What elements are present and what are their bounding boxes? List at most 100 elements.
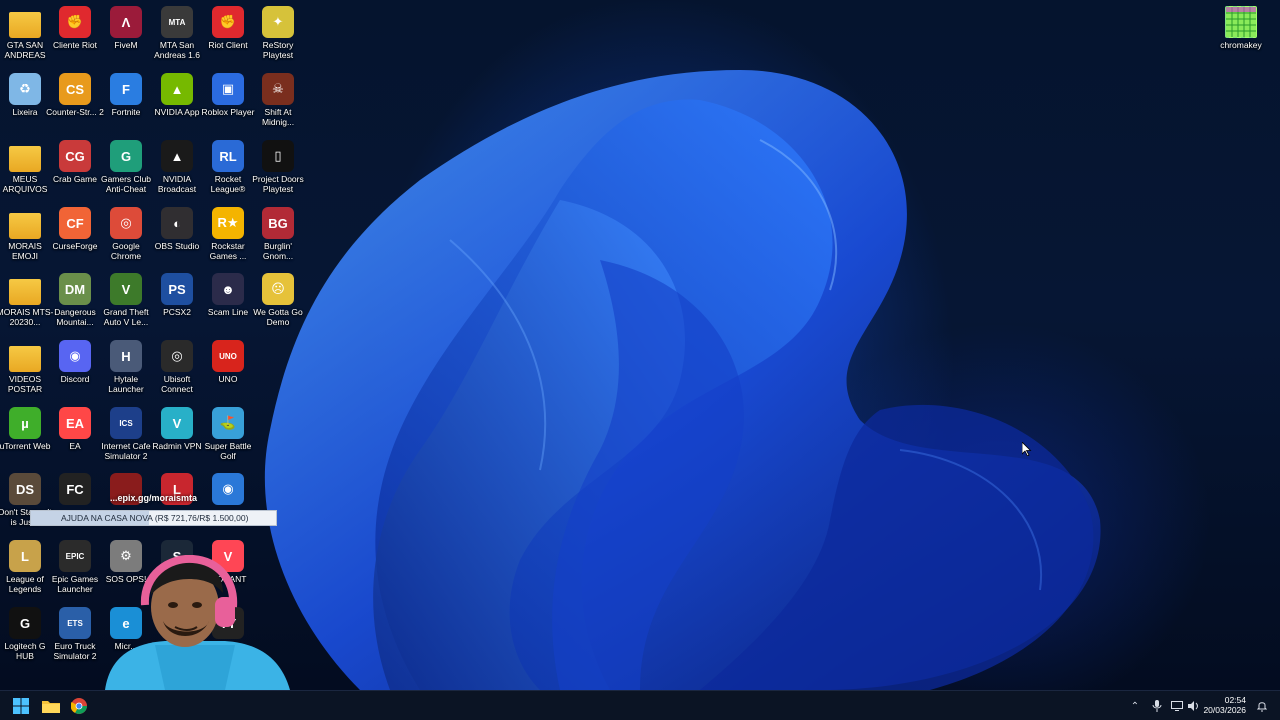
desktop-icon[interactable]: ▲ NVIDIA App [152,73,202,117]
desktop-icon[interactable]: UNO UNO [203,340,253,384]
desktop-icon[interactable]: GTA SAN ANDREAS [0,6,50,60]
nvidia-broadcast-icon: ▲ [161,140,193,172]
desktop-icon-label: We Gotta Go Demo [253,307,303,327]
desktop-icon-label: NVIDIA Broadcast [157,174,197,194]
logitech-ghub-icon: G [9,607,41,639]
desktop-icon[interactable]: PS PCSX2 [152,273,202,317]
rocket-league-icon: RL [212,140,244,172]
desktop[interactable]: GTA SAN ANDREAS ♻ Lixeira MEUS ARQUIVOS MORA… [0,0,1280,690]
desktop-icon[interactable]: ▲ NVIDIA Broadcast [152,140,202,194]
fivem-icon: Λ [110,6,142,38]
desktop-icon[interactable]: ◉ [203,473,253,507]
desktop-icon[interactable]: V Radmin VPN [152,407,202,451]
dangerous-mountain-icon: DM [59,273,91,305]
discord-icon: ◉ [59,340,91,372]
desktop-icon-label: chromakey [1220,40,1262,50]
clock-date: 20/03/2026 [1203,705,1246,715]
folder-icon [9,279,41,305]
desktop-icon[interactable]: EA EA [50,407,100,451]
folder-icon [9,12,41,38]
desktop-icon[interactable]: MORAIS MTS-20230... [0,273,53,327]
desktop-icon[interactable]: MTA MTA San Andreas 1.6 [152,6,202,60]
desktop-icon[interactable]: V Grand Theft Auto V Le... [101,273,151,327]
desktop-icon[interactable]: R★ Rockstar Games ... [203,207,253,261]
desktop-icon[interactable]: ◉ Discord [50,340,100,384]
desktop-icon-label: OBS Studio [154,241,200,251]
desktop-icon-label: Dangerous Mountai... [54,307,96,327]
curseforge-icon: CF [59,207,91,239]
taskbar-file-explorer-button[interactable] [40,695,62,717]
taskbar-clock[interactable]: 02:54 20/03/2026 [1203,695,1246,715]
desktop-icon[interactable]: ◐ OBS Studio [152,207,202,251]
desktop-icon[interactable]: ☹ We Gotta Go Demo [253,273,303,327]
desktop-icon-label: CurseForge [52,241,98,251]
desktop-icon-label: Radmin VPN [152,441,202,451]
network-icon[interactable] [1170,699,1184,713]
microphone-icon[interactable] [1150,699,1164,713]
ea-icon: EA [59,407,91,439]
desktop-icon[interactable]: BG Burglin' Gnom... [253,207,303,261]
league-of-legends-icon: L [9,540,41,572]
start-button[interactable] [10,695,32,717]
desktop-icon[interactable]: ✊ Riot Client [203,6,253,50]
riot-client-icon: ✊ [59,6,91,38]
desktop-icon-label: Fortnite [111,107,141,117]
rockstar-icon: R★ [212,207,244,239]
desktop-icon[interactable]: ⛳ Super Battle Golf [203,407,253,461]
desktop-icon[interactable]: ☠ Shift At Midnig... [253,73,303,127]
desktop-icon-label: EA [69,441,81,451]
uno-icon: UNO [212,340,244,372]
desktop-icon[interactable]: ◎ Google Chrome [101,207,151,261]
desktop-icon[interactable]: ✊ Cliente Riot [50,6,100,50]
desktop-icon[interactable]: F Fortnite [101,73,151,117]
mta-icon: MTA [161,6,193,38]
desktop-icon[interactable]: µ uTorrent Web [0,407,50,451]
desktop-icon[interactable]: FC [50,473,100,507]
internet-cafe-icon: ICS [110,407,142,439]
desktop-icon[interactable]: DM Dangerous Mountai... [50,273,100,327]
show-hidden-icons-chevron-up-icon[interactable]: ⌃ [1128,699,1142,713]
desktop-icon[interactable]: G Gamers Club Anti-Cheat [101,140,151,194]
desktop-icon[interactable]: CS Counter-Str... 2 [46,73,104,117]
gamers-club-icon: G [110,140,142,172]
desktop-icon-label: FiveM [114,40,138,50]
desktop-icon[interactable]: Λ FiveM [101,6,151,50]
hytale-icon: H [110,340,142,372]
notifications-bell-icon[interactable] [1255,699,1269,713]
desktop-icon[interactable]: L League of Legends [0,540,50,594]
desktop-icon[interactable]: CF CurseForge [50,207,100,251]
desktop-icon[interactable]: CG Crab Game [50,140,100,184]
volume-icon[interactable] [1187,699,1201,713]
donation-goal-text: AJUDA NA CASA NOVA (R$ 721,76/R$ 1.500,0… [61,513,249,523]
desktop-icon[interactable]: ICS Internet Cafe Simulator 2 [101,407,151,461]
desktop-icon[interactable]: ◎ Ubisoft Connect [152,340,202,394]
desktop-icon[interactable]: ▣ Roblox Player [202,73,254,117]
desktop-icon-label: Gamers Club Anti-Cheat [100,174,152,194]
taskbar-chrome-button[interactable] [68,695,90,717]
desktop-icon[interactable]: VIDEOS POSTAR [0,340,50,394]
desktop-icon-label: Grand Theft Auto V Le... [103,307,149,327]
desktop-icon[interactable]: ▯ Project Doors Playtest [252,140,304,194]
riot-client-icon: ✊ [212,6,244,38]
scam-line-icon: ☻ [212,273,244,305]
clock-time: 02:54 [1224,695,1246,705]
desktop-icon[interactable]: RL Rocket League® [203,140,253,194]
desktop-icon-chromakey[interactable]: chromakey [1215,6,1267,50]
streamer-webcam-overlay [85,555,300,690]
desktop-icon-label: Burglin' Gnom... [262,241,294,261]
nvidia-app-icon: ▲ [161,73,193,105]
desktop-icon-label: ReStory Playtest [262,40,294,60]
desktop-icon[interactable]: MORAIS EMOJI [0,207,50,261]
desktop-icon[interactable]: MEUS ARQUIVOS [0,140,50,194]
taskbar: ⌃ 02:54 20/03/2026 [0,690,1280,720]
desktop-icon[interactable]: ☻ Scam Line [203,273,253,317]
ubisoft-icon: ◎ [161,340,193,372]
desktop-icon[interactable]: ✦ ReStory Playtest [253,6,303,60]
desktop-icon-label: Hytale Launcher [108,374,144,394]
desktop-icon[interactable]: G Logitech G HUB [0,607,50,661]
we-gotta-go-icon: ☹ [262,273,294,305]
desktop-icon[interactable]: ♻ Lixeira [0,73,50,117]
desktop-icon[interactable]: H Hytale Launcher [101,340,151,394]
desktop-icon-label: Discord [60,374,90,384]
desktop-icon-label: UNO [218,374,238,384]
